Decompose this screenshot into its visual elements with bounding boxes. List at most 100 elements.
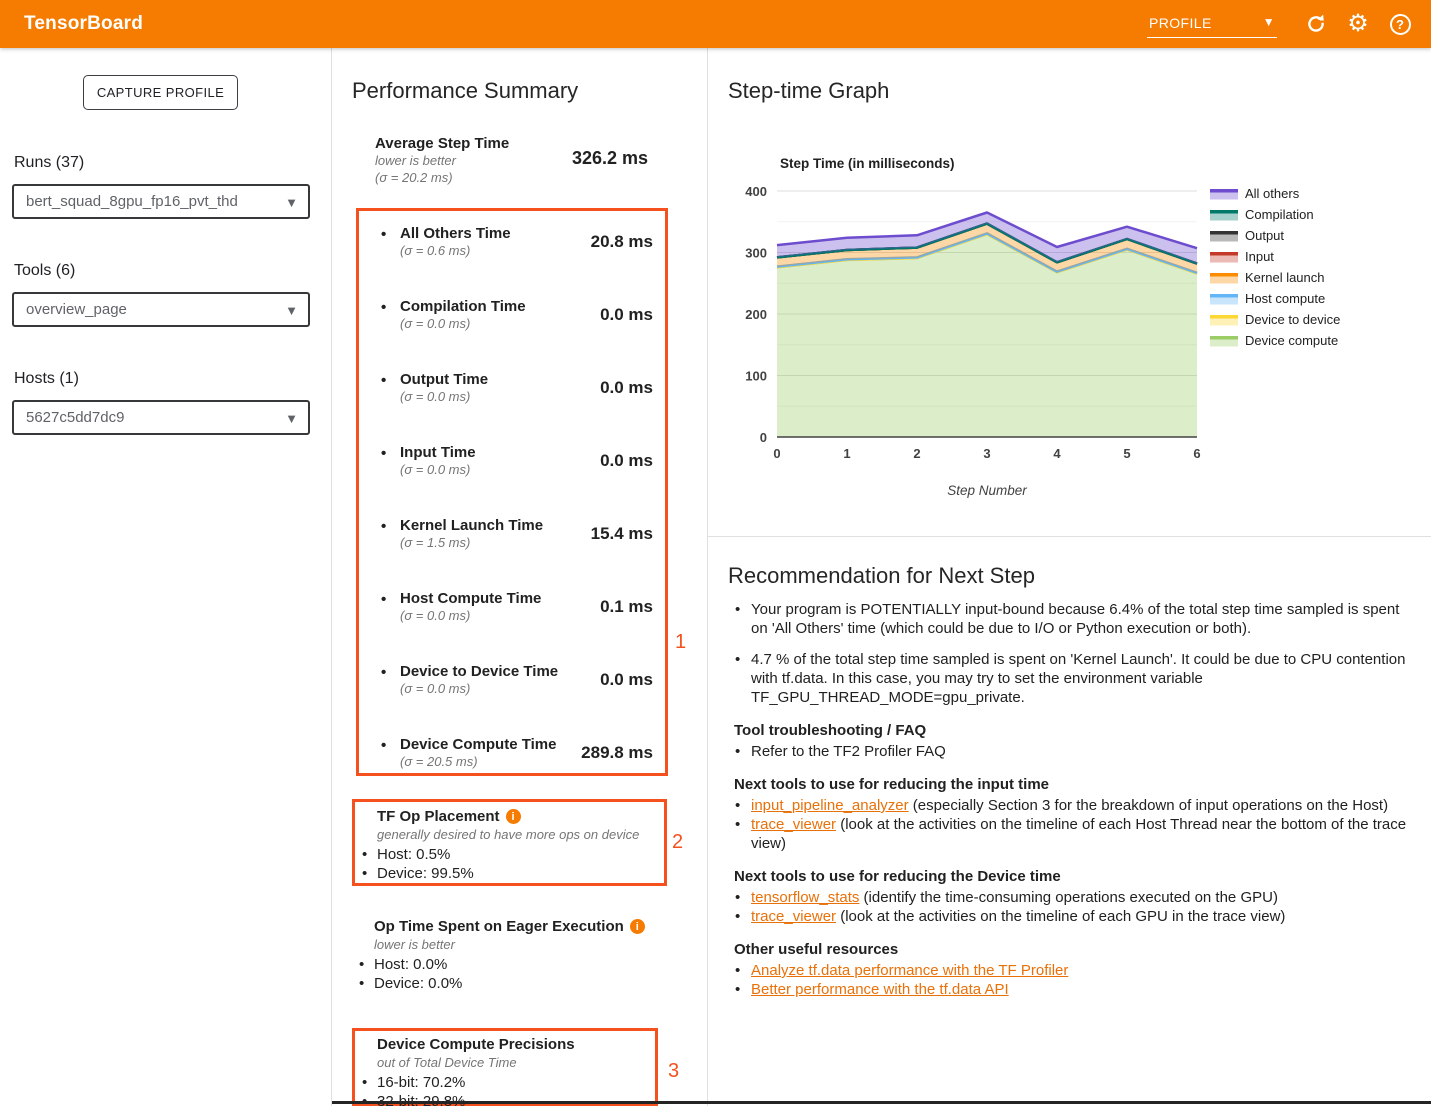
tf-op-placement-title: TF Op Placement i — [377, 808, 664, 825]
list-item: Host: 0.0% — [358, 955, 674, 974]
eager-execution-title: Op Time Spent on Eager Execution i — [374, 918, 674, 935]
precisions-title: Device Compute Precisions — [377, 1036, 655, 1053]
app-header: TensorBoard PROFILE ▼ ⚙ ? — [0, 0, 1431, 48]
gear-icon: ⚙ — [1347, 12, 1369, 36]
list-item: Device: 99.5% — [361, 864, 664, 883]
trace-viewer-link[interactable]: trace_viewer — [751, 908, 836, 925]
legend-swatch-fill — [1210, 256, 1238, 263]
tensorflow-stats-link[interactable]: tensorflow_stats — [751, 889, 859, 906]
bullet-icon: • — [381, 518, 386, 535]
tool-item-text: (identify the time-consuming operations … — [859, 889, 1278, 906]
metric-row: • Kernel Launch Time (σ = 1.5 ms) 15.4 m… — [381, 517, 649, 563]
list-item: Device: 0.0% — [358, 974, 674, 993]
info-icon[interactable]: i — [630, 919, 645, 934]
metric-value: 0.0 ms — [600, 378, 653, 398]
legend-swatch-line — [1210, 189, 1238, 193]
legend-swatch-line — [1210, 273, 1238, 277]
x-axis-tick-label: 4 — [1053, 446, 1061, 461]
tools-label: Tools (6) — [14, 262, 75, 280]
x-axis-tick-label: 1 — [843, 446, 850, 461]
runs-select-value: bert_squad_8gpu_fp16_pvt_thd — [26, 193, 238, 210]
bullet-icon: • — [381, 226, 386, 243]
runs-select[interactable]: bert_squad_8gpu_fp16_pvt_thd ▼ — [12, 184, 310, 219]
metric-row: • All Others Time (σ = 0.6 ms) 20.8 ms — [381, 225, 649, 271]
settings-button[interactable]: ⚙ — [1345, 11, 1371, 37]
legend-item-label: Compilation — [1245, 207, 1314, 222]
content-bottom-border — [332, 1101, 1431, 1104]
legend-swatch-fill — [1210, 298, 1238, 305]
sidebar: CAPTURE PROFILE Runs (37) bert_squad_8gp… — [0, 48, 332, 1106]
legend-item-label: Device to device — [1245, 312, 1340, 327]
chevron-down-icon: ▼ — [285, 195, 298, 210]
section-title-text: TF Op Placement — [377, 808, 500, 825]
input-tools-heading: Next tools to use for reducing the input… — [734, 775, 1410, 794]
legend-swatch-line — [1210, 315, 1238, 319]
legend-item-label: Kernel launch — [1245, 270, 1325, 285]
runs-label: Runs (37) — [14, 154, 84, 172]
trace-viewer-link[interactable]: trace_viewer — [751, 816, 836, 833]
help-icon: ? — [1390, 14, 1411, 35]
tfdata-profiler-link[interactable]: Analyze tf.data performance with the TF … — [751, 962, 1068, 979]
metric-row: • Device to Device Time (σ = 0.0 ms) 0.0… — [381, 663, 649, 709]
tools-select[interactable]: overview_page ▼ — [12, 292, 310, 327]
capture-profile-button[interactable]: CAPTURE PROFILE — [83, 75, 238, 110]
input-pipeline-analyzer-link[interactable]: input_pipeline_analyzer — [751, 797, 909, 814]
metric-row: • Input Time (σ = 0.0 ms) 0.0 ms — [381, 444, 649, 490]
metric-row: • Output Time (σ = 0.0 ms) 0.0 ms — [381, 371, 649, 417]
tool-item: input_pipeline_analyzer (especially Sect… — [734, 796, 1410, 815]
divider — [708, 536, 1431, 537]
metric-value: 0.1 ms — [600, 597, 653, 617]
metric-row: • Device Compute Time (σ = 20.5 ms) 289.… — [381, 736, 649, 782]
bullet-icon: • — [381, 372, 386, 389]
help-button[interactable]: ? — [1387, 11, 1413, 37]
annotation-2: 2 — [672, 831, 683, 854]
chevron-down-icon: ▼ — [285, 303, 298, 318]
tf-op-placement-note: generally desired to have more ops on de… — [377, 826, 664, 843]
highlight-box-3: Device Compute Precisions out of Total D… — [352, 1028, 658, 1106]
dashboard-dropdown[interactable]: PROFILE ▼ — [1147, 11, 1277, 38]
y-axis-tick-label: 300 — [745, 246, 767, 261]
section-title-text: Op Time Spent on Eager Execution — [374, 918, 624, 935]
performance-summary-panel: Performance Summary Average Step Time lo… — [332, 48, 708, 1106]
bullet-icon: • — [381, 737, 386, 754]
bullet-icon: • — [381, 445, 386, 462]
area-layer-device-compute — [777, 234, 1197, 437]
metric-value: 15.4 ms — [591, 524, 653, 544]
average-step-time-value: 326.2 ms — [572, 148, 648, 169]
legend-swatch-fill — [1210, 235, 1238, 242]
legend-swatch-fill — [1210, 277, 1238, 284]
legend-swatch-fill — [1210, 340, 1238, 347]
x-axis-title: Step Number — [947, 483, 1027, 498]
tool-item-text: (look at the activities on the timeline … — [751, 816, 1406, 852]
faq-item: Refer to the TF2 Profiler FAQ — [734, 742, 1410, 761]
step-time-panel: Step-time Graph Step Time (in millisecon… — [708, 48, 1431, 1106]
tools-select-value: overview_page — [26, 301, 127, 318]
y-axis-tick-label: 400 — [745, 184, 767, 199]
refresh-button[interactable] — [1303, 11, 1329, 37]
tool-item-text: (look at the activities on the timeline … — [836, 908, 1285, 925]
chart-title: Step Time (in milliseconds) — [780, 156, 955, 171]
highlight-box-1: • All Others Time (σ = 0.6 ms) 20.8 ms •… — [356, 208, 668, 776]
metric-value: 0.0 ms — [600, 305, 653, 325]
legend-item-label: Input — [1245, 249, 1274, 264]
eager-execution-section: Op Time Spent on Eager Execution i lower… — [374, 918, 674, 993]
precisions-note: out of Total Device Time — [377, 1054, 655, 1071]
recommendation-bullet: 4.7 % of the total step time sampled is … — [734, 650, 1410, 707]
list-item: 16-bit: 70.2% — [361, 1073, 655, 1092]
bullet-icon: • — [381, 664, 386, 681]
legend-swatch-line — [1210, 336, 1238, 340]
info-icon[interactable]: i — [506, 809, 521, 824]
performance-summary-title: Performance Summary — [352, 78, 578, 104]
y-axis-tick-label: 200 — [745, 307, 767, 322]
hosts-select[interactable]: 5627c5dd7dc9 ▼ — [12, 400, 310, 435]
tool-item: trace_viewer (look at the activities on … — [734, 815, 1410, 853]
tfdata-api-link[interactable]: Better performance with the tf.data API — [751, 981, 1009, 998]
legend-swatch-fill — [1210, 214, 1238, 221]
legend-item-label: Device compute — [1245, 333, 1338, 348]
refresh-icon — [1305, 13, 1327, 35]
step-time-chart[interactable]: Step Time (in milliseconds)0100200300400… — [708, 140, 1431, 530]
recommendation-title: Recommendation for Next Step — [728, 563, 1035, 589]
y-axis-tick-label: 0 — [760, 430, 767, 445]
metric-row: • Compilation Time (σ = 0.0 ms) 0.0 ms — [381, 298, 649, 344]
x-axis-tick-label: 3 — [983, 446, 990, 461]
